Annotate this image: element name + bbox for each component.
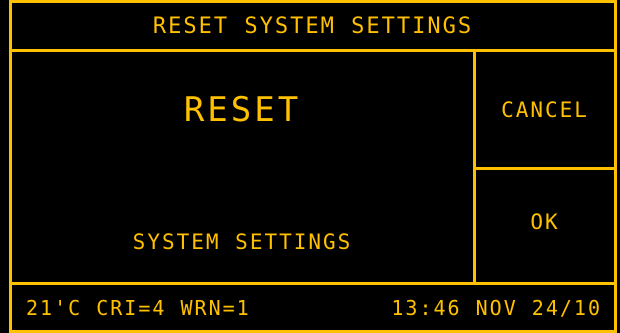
warning-count: WRN=1: [180, 296, 251, 320]
screen-title: RESET SYSTEM SETTINGS: [152, 13, 474, 39]
cancel-button-label: CANCEL: [501, 97, 589, 122]
cri-readout: CRI=4: [96, 296, 167, 320]
temperature-readout: 21'C: [26, 296, 83, 320]
clock-date: NOV 24/10: [475, 296, 602, 320]
title-bar: RESET SYSTEM SETTINGS: [9, 0, 617, 52]
clock-time: 13:46: [391, 296, 462, 320]
cancel-button[interactable]: CANCEL: [473, 49, 617, 170]
status-bar: 21'C CRI=4 WRN=1 13:46 NOV 24/10: [9, 282, 617, 333]
reset-subtext: SYSTEM SETTINGS: [132, 230, 353, 254]
ok-button[interactable]: OK: [473, 167, 617, 285]
status-right-group: 13:46 NOV 24/10: [391, 296, 602, 320]
status-left-group: 21'C CRI=4 WRN=1: [26, 296, 251, 320]
reset-heading: RESET: [183, 90, 302, 130]
ok-button-label: OK: [530, 210, 560, 234]
reset-settings-screen: RESET SYSTEM SETTINGS RESET SYSTEM SETTI…: [0, 0, 620, 333]
message-panel: RESET SYSTEM SETTINGS: [9, 49, 476, 285]
